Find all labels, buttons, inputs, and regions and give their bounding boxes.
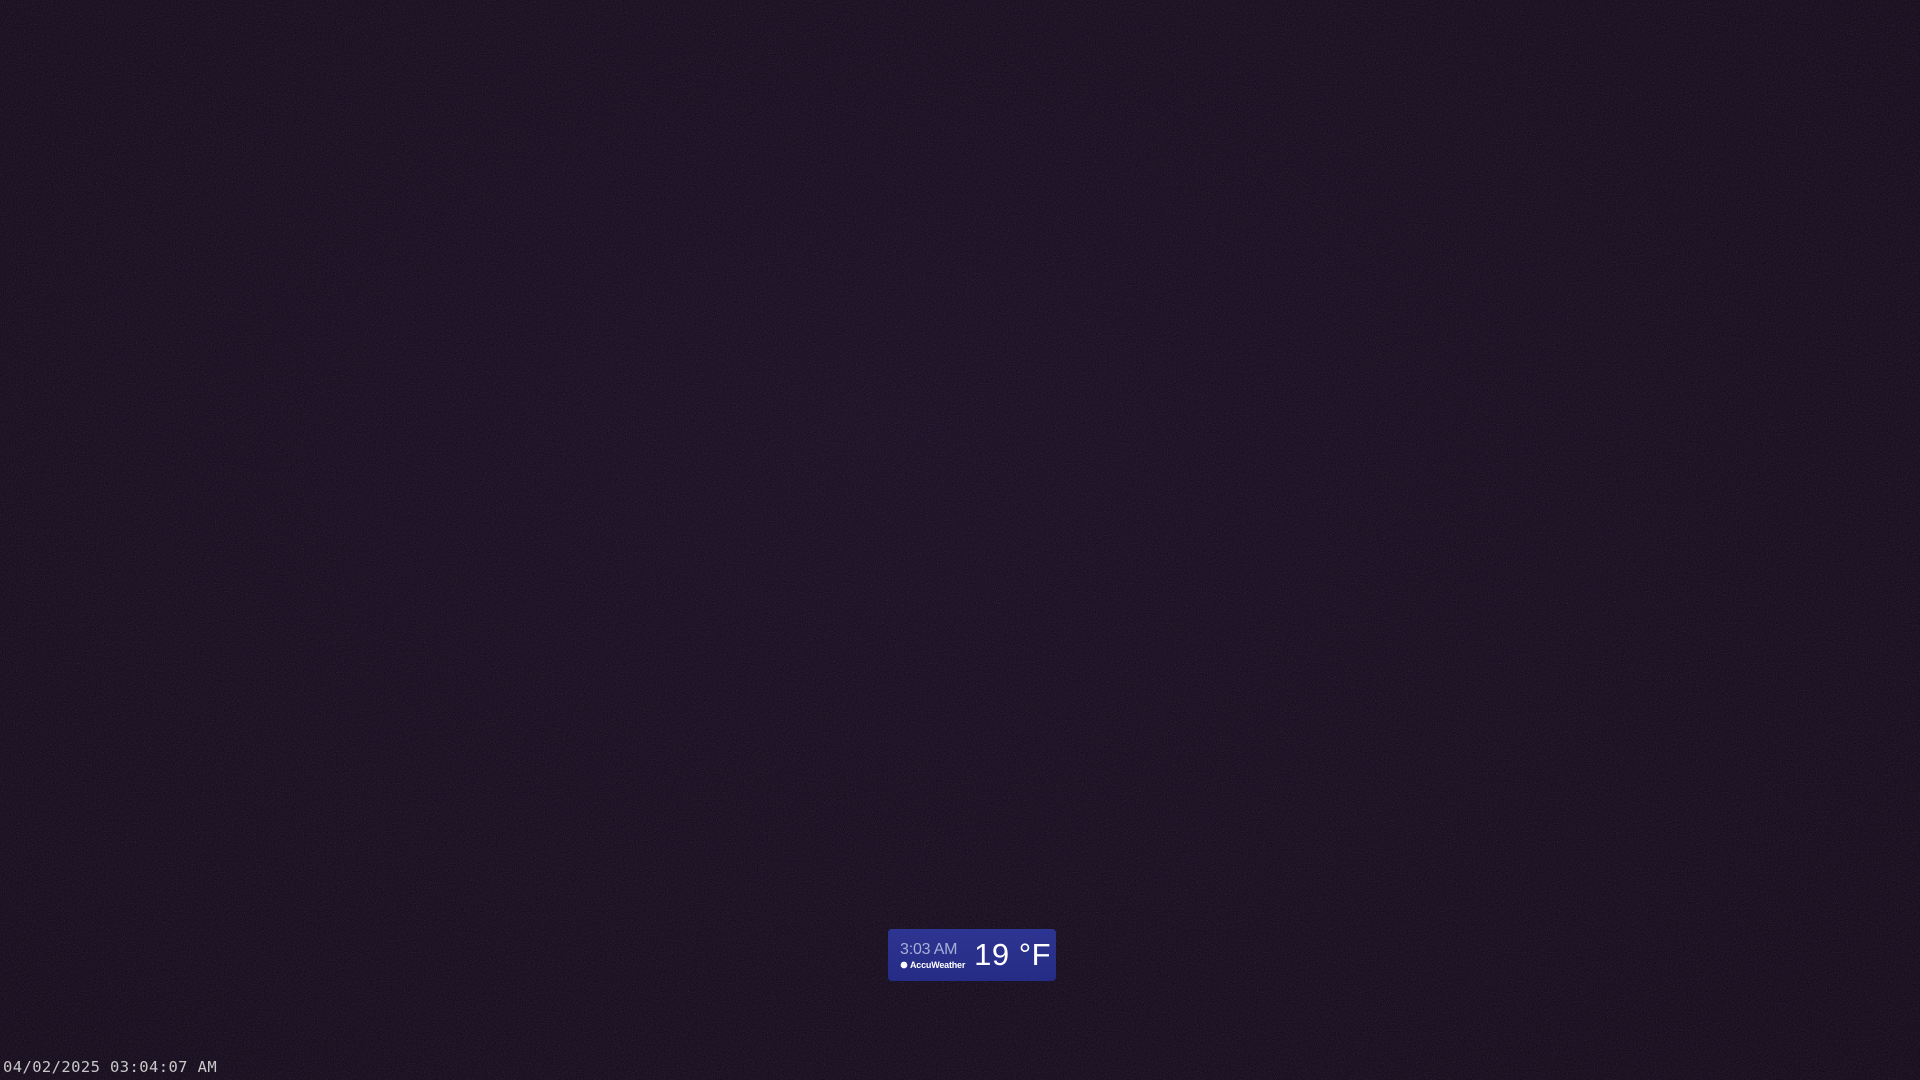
weather-badge: 3:03 AM AccuWeather 19 °F xyxy=(888,929,1056,981)
weather-badge-left: 3:03 AM AccuWeather xyxy=(900,941,965,970)
weather-brand-label: AccuWeather xyxy=(910,959,966,970)
camera-timestamp: 04/02/2025 03:04:07 AM xyxy=(3,1058,218,1076)
camera-feed: 3:03 AM AccuWeather 19 °F 04/02/2025 03:… xyxy=(0,0,1920,1080)
weather-temperature: 19 °F xyxy=(974,937,1052,972)
sun-icon xyxy=(900,961,908,968)
weather-brand: AccuWeather xyxy=(900,960,965,970)
weather-time: 3:03 AM xyxy=(900,940,958,958)
sensor-noise xyxy=(0,0,1920,1080)
